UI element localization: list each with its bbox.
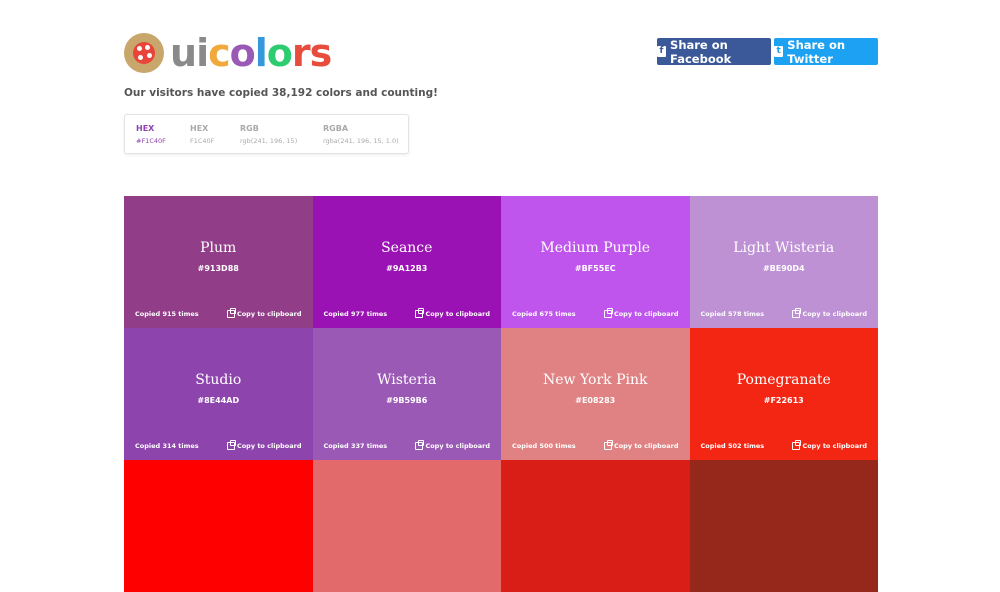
- clipboard-icon: [226, 308, 236, 318]
- copy-to-clipboard-button[interactable]: Copy to clipboard: [415, 440, 490, 450]
- format-option-rgba[interactable]: RGBA rgba(241, 196, 15, 1.0): [323, 124, 399, 145]
- copy-label: Copy to clipboard: [613, 310, 679, 318]
- color-hex: #BE90D4: [762, 264, 805, 273]
- logo-letter: o: [266, 31, 293, 75]
- color-name: Medium Purple: [540, 240, 651, 256]
- clipboard-icon: [415, 440, 425, 450]
- color-name: Plum: [200, 240, 237, 256]
- twitter-icon: t: [774, 46, 784, 57]
- palette-icon: [124, 33, 164, 73]
- share-twitter-button[interactable]: t Share on Twitter: [774, 38, 878, 66]
- color-tile[interactable]: Studio #8E44AD Copied 314 times Copy to cli…: [124, 328, 313, 460]
- copied-count: Copied 502 times: [700, 442, 765, 450]
- logo-letter: u: [170, 31, 197, 75]
- copy-label: Copy to clipboard: [236, 442, 302, 450]
- color-hex: #9A12B3: [386, 264, 428, 273]
- copy-label: Copy to clipboard: [802, 310, 867, 318]
- color-name: Seance: [381, 240, 433, 256]
- logo-letter: l: [254, 31, 268, 75]
- color-tile[interactable]: Wisteria #9B59B6 Copied 337 times Copy to c…: [312, 328, 501, 460]
- copy-to-clipboard-button[interactable]: Copy to clipboard: [792, 440, 867, 450]
- clipboard-icon: [603, 308, 613, 318]
- logo-wordmark: uicolors: [170, 31, 333, 75]
- color-tile[interactable]: Light Wisteria #BE90D4 Copied 578 times Cop…: [689, 196, 878, 328]
- color-name: Studio: [195, 372, 242, 388]
- logo-letter: o: [229, 31, 256, 75]
- color-tile[interactable]: New York Pink #E08283 Copied 500 times Copy…: [501, 328, 690, 460]
- format-option-hex-hash[interactable]: HEX #F1C40F: [136, 124, 166, 145]
- copy-label: Copy to clipboard: [236, 310, 302, 318]
- share-facebook-button[interactable]: f Share on Facebook: [657, 38, 771, 66]
- copied-count: Copied 977 times: [323, 310, 388, 318]
- copy-to-clipboard-button[interactable]: Copy to clipboard: [226, 308, 302, 318]
- color-tile[interactable]: [689, 460, 878, 592]
- logo-letter: c: [208, 31, 231, 75]
- color-hex: #913D88: [197, 264, 239, 273]
- color-hex: #E08283: [575, 396, 616, 405]
- color-tile[interactable]: [312, 460, 501, 592]
- color-name: Pomegranate: [736, 372, 831, 388]
- clipboard-icon: [792, 440, 802, 450]
- color-format-selector: HEX #F1C40F HEX F1C40F RGB rgb(241, 196,…: [124, 114, 409, 154]
- copy-label: Copy to clipboard: [613, 442, 679, 450]
- copy-to-clipboard-button[interactable]: Copy to clipboard: [603, 308, 679, 318]
- color-tile[interactable]: [501, 460, 690, 592]
- color-grid: Plum #913D88 Copied 915 times Copy to clipb…: [124, 196, 878, 592]
- copied-count: Copied 578 times: [700, 310, 765, 318]
- color-name: New York Pink: [543, 372, 648, 388]
- copied-count: Copied 337 times: [323, 442, 388, 450]
- copied-counter-text: Our visitors have copied 38,192 colors a…: [124, 87, 438, 99]
- color-name: Light Wisteria: [733, 240, 835, 256]
- color-name: Wisteria: [377, 372, 437, 388]
- copy-to-clipboard-button[interactable]: Copy to clipboard: [603, 440, 679, 450]
- color-tile[interactable]: Seance #9A12B3 Copied 977 times Copy to cli…: [312, 196, 501, 328]
- clipboard-icon: [415, 308, 425, 318]
- color-tile[interactable]: Plum #913D88 Copied 915 times Copy to clipb…: [124, 196, 313, 328]
- clipboard-icon: [792, 308, 802, 318]
- color-tile[interactable]: Medium Purple #BF55EC Copied 675 times Copy…: [501, 196, 690, 328]
- logo-letter: i: [196, 31, 209, 75]
- copy-to-clipboard-button[interactable]: Copy to clipboard: [415, 308, 490, 318]
- copy-to-clipboard-button[interactable]: Copy to clipboard: [226, 440, 302, 450]
- format-option-hex[interactable]: HEX F1C40F: [190, 124, 214, 145]
- color-tile[interactable]: [124, 460, 313, 592]
- logo-letter: r: [291, 31, 311, 75]
- clipboard-icon: [603, 440, 613, 450]
- color-hex: #F22613: [763, 396, 804, 405]
- copied-count: Copied 500 times: [512, 442, 576, 450]
- copied-count: Copied 675 times: [512, 310, 576, 318]
- color-hex: #8E44AD: [197, 396, 240, 405]
- copied-count: Copied 915 times: [135, 310, 199, 318]
- color-hex: #BF55EC: [574, 264, 616, 273]
- copy-label: Copy to clipboard: [802, 442, 867, 450]
- color-hex: #9B59B6: [386, 396, 428, 405]
- copied-count: Copied 314 times: [135, 442, 199, 450]
- clipboard-icon: [226, 440, 236, 450]
- logo-letter: s: [309, 31, 333, 75]
- color-tile[interactable]: Pomegranate #F22613 Copied 502 times Copy t…: [689, 328, 878, 460]
- logo[interactable]: uicolors: [124, 31, 333, 75]
- copy-label: Copy to clipboard: [425, 442, 490, 450]
- copy-label: Copy to clipboard: [425, 310, 490, 318]
- copy-to-clipboard-button[interactable]: Copy to clipboard: [792, 308, 867, 318]
- facebook-icon: f: [657, 46, 667, 57]
- format-option-rgb[interactable]: RGB rgb(241, 196, 15): [240, 124, 297, 145]
